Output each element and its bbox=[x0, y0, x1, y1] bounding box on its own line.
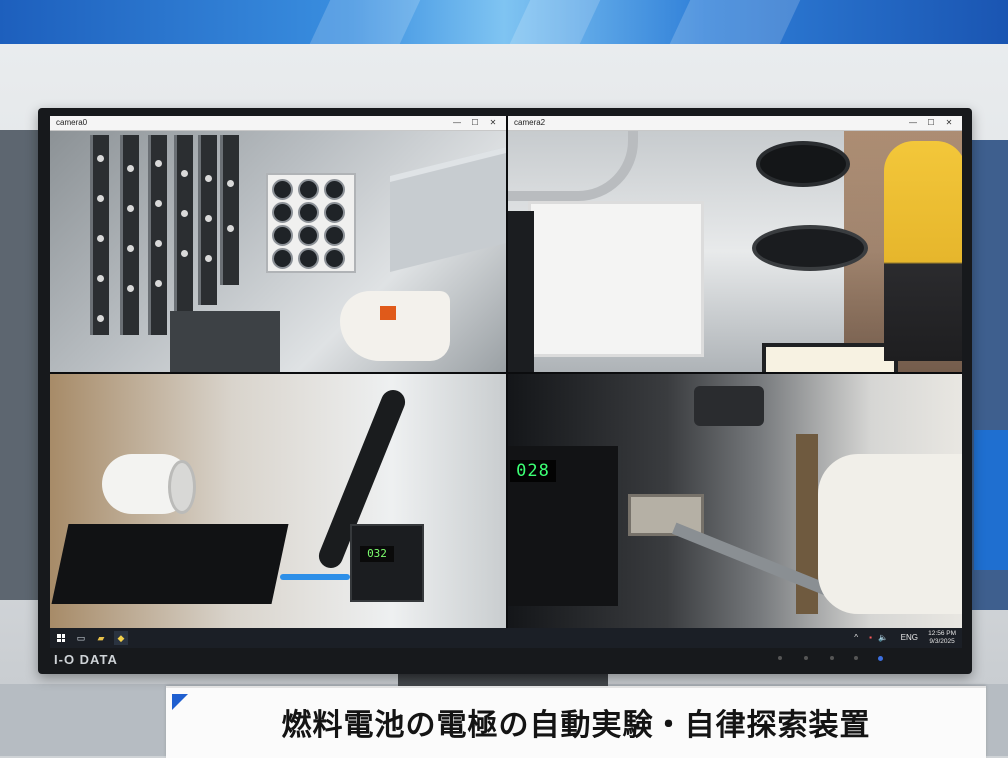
window-title: camera2 bbox=[514, 118, 546, 127]
camera2-feed bbox=[508, 131, 962, 372]
camera2-window[interactable]: camera2 — ☐ ✕ bbox=[508, 116, 962, 372]
tray-chevron-icon[interactable]: ^ bbox=[854, 633, 858, 642]
camera2-titlebar[interactable]: camera2 — ☐ ✕ bbox=[508, 116, 962, 131]
maximize-icon[interactable]: ☐ bbox=[468, 116, 482, 130]
network-icon[interactable]: ▪ bbox=[869, 633, 872, 642]
windows-logo-icon[interactable] bbox=[57, 634, 65, 642]
clock-time: 12:56 PM bbox=[928, 630, 956, 637]
booth-banner bbox=[0, 0, 1008, 44]
file-explorer-icon[interactable]: ▰ bbox=[94, 631, 108, 645]
clock-date: 9/3/2025 bbox=[929, 638, 955, 645]
bezel-button[interactable] bbox=[854, 656, 858, 660]
electrode-tray bbox=[266, 173, 356, 273]
camera0-window[interactable]: camera0 — ☐ ✕ bbox=[50, 116, 506, 372]
caption-text: 燃料電池の電極の自動実験・自律探索装置 bbox=[281, 708, 871, 743]
power-led-icon bbox=[878, 656, 883, 661]
minimize-icon[interactable]: — bbox=[450, 116, 464, 130]
bezel-button[interactable] bbox=[830, 656, 834, 660]
camera0-titlebar[interactable]: camera0 — ☐ ✕ bbox=[50, 116, 506, 131]
clock[interactable]: 12:56 PM 9/3/2025 bbox=[928, 630, 956, 646]
sample-plate bbox=[762, 343, 898, 372]
close-icon[interactable]: ✕ bbox=[942, 116, 956, 130]
python-app-icon[interactable]: ◆ bbox=[114, 631, 128, 645]
bezel-button[interactable] bbox=[778, 656, 782, 660]
language-indicator[interactable]: ENG bbox=[901, 633, 918, 642]
close-icon[interactable]: ✕ bbox=[486, 116, 500, 130]
ring-light bbox=[752, 225, 868, 271]
camera-feed-bottom-right[interactable]: 028 bbox=[508, 374, 962, 628]
person bbox=[884, 141, 962, 361]
exhibit-caption: 燃料電池の電極の自動実験・自律探索装置 bbox=[166, 686, 986, 758]
ring-light bbox=[756, 141, 850, 187]
monitor-brand-logo: I-O DATA bbox=[54, 652, 118, 667]
controller-device bbox=[350, 524, 424, 602]
left-wall-panel bbox=[0, 130, 38, 600]
maximize-icon[interactable]: ☐ bbox=[924, 116, 938, 130]
bezel-button[interactable] bbox=[804, 656, 808, 660]
counter-display: 032 bbox=[360, 546, 394, 562]
right-wall-panel bbox=[972, 140, 1008, 610]
window-title: camera0 bbox=[56, 118, 88, 127]
counter-display: 028 bbox=[510, 460, 556, 482]
task-view-icon[interactable]: ▭ bbox=[74, 631, 88, 645]
desktop-screen: camera0 — ☐ ✕ camera2 — ☐ ✕ 032 028 ▭ ▰ … bbox=[50, 116, 962, 648]
robot-arm bbox=[340, 291, 450, 361]
monitor: camera0 — ☐ ✕ camera2 — ☐ ✕ 032 028 ▭ ▰ … bbox=[38, 108, 972, 674]
roller bbox=[818, 454, 962, 614]
camera0-feed bbox=[50, 131, 506, 372]
camera-feed-bottom-left[interactable]: 032 bbox=[50, 374, 506, 628]
taskbar: ▭ ▰ ◆ ^ ▪ 🔈 ENG 12:56 PM 9/3/2025 bbox=[50, 628, 962, 648]
minimize-icon[interactable]: — bbox=[906, 116, 920, 130]
volume-icon[interactable]: 🔈 bbox=[878, 633, 888, 642]
